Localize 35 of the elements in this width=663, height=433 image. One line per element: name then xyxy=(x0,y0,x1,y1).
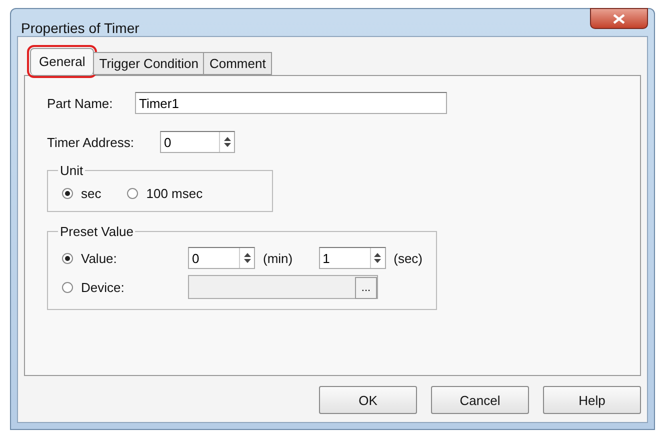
radio-option[interactable]: 100 msec xyxy=(127,186,203,201)
window-title: Properties of Timer xyxy=(21,20,140,36)
dialog-button[interactable]: OK xyxy=(319,386,417,414)
field-label: Timer Address: xyxy=(47,134,135,150)
tab[interactable]: General xyxy=(30,48,94,75)
radio-icon[interactable] xyxy=(62,188,73,199)
radio-icon[interactable] xyxy=(127,188,138,199)
radio-option[interactable]: Value: xyxy=(62,250,180,266)
group-title: Unit xyxy=(59,163,84,178)
close-icon xyxy=(613,14,625,24)
browse-button[interactable]: ... xyxy=(355,277,377,299)
radio-option[interactable]: Device: xyxy=(62,280,180,294)
dialog-button[interactable]: Cancel xyxy=(431,386,529,414)
spin-arrows-icon[interactable] xyxy=(244,252,250,264)
group-title: Preset Value xyxy=(59,224,134,239)
spin-field[interactable]: 1 xyxy=(320,248,370,268)
spin-box[interactable]: 0 xyxy=(160,131,235,153)
dialog-button[interactable]: Help xyxy=(543,386,641,414)
spin-field[interactable]: 0 xyxy=(189,248,239,268)
close-button[interactable] xyxy=(590,8,648,29)
radio-icon[interactable] xyxy=(62,282,73,292)
device-field[interactable]: ... xyxy=(188,275,378,299)
tab[interactable]: Comment xyxy=(203,52,272,75)
unit-label: (min) xyxy=(263,250,293,266)
spin-arrows-icon[interactable] xyxy=(374,252,382,264)
part-name-field[interactable]: Timer1 xyxy=(135,92,447,114)
radio-option[interactable]: sec xyxy=(62,186,102,201)
spin-arrows-icon[interactable] xyxy=(224,136,230,148)
field-label: Part Name: xyxy=(47,96,114,110)
spin-box[interactable]: 0 xyxy=(188,247,255,269)
unit-label: (sec) xyxy=(394,250,422,266)
spin-field[interactable]: 0 xyxy=(161,132,219,152)
tab[interactable]: Trigger Condition xyxy=(93,52,204,75)
radio-icon[interactable] xyxy=(62,252,73,264)
spin-box[interactable]: 1 xyxy=(318,247,386,269)
